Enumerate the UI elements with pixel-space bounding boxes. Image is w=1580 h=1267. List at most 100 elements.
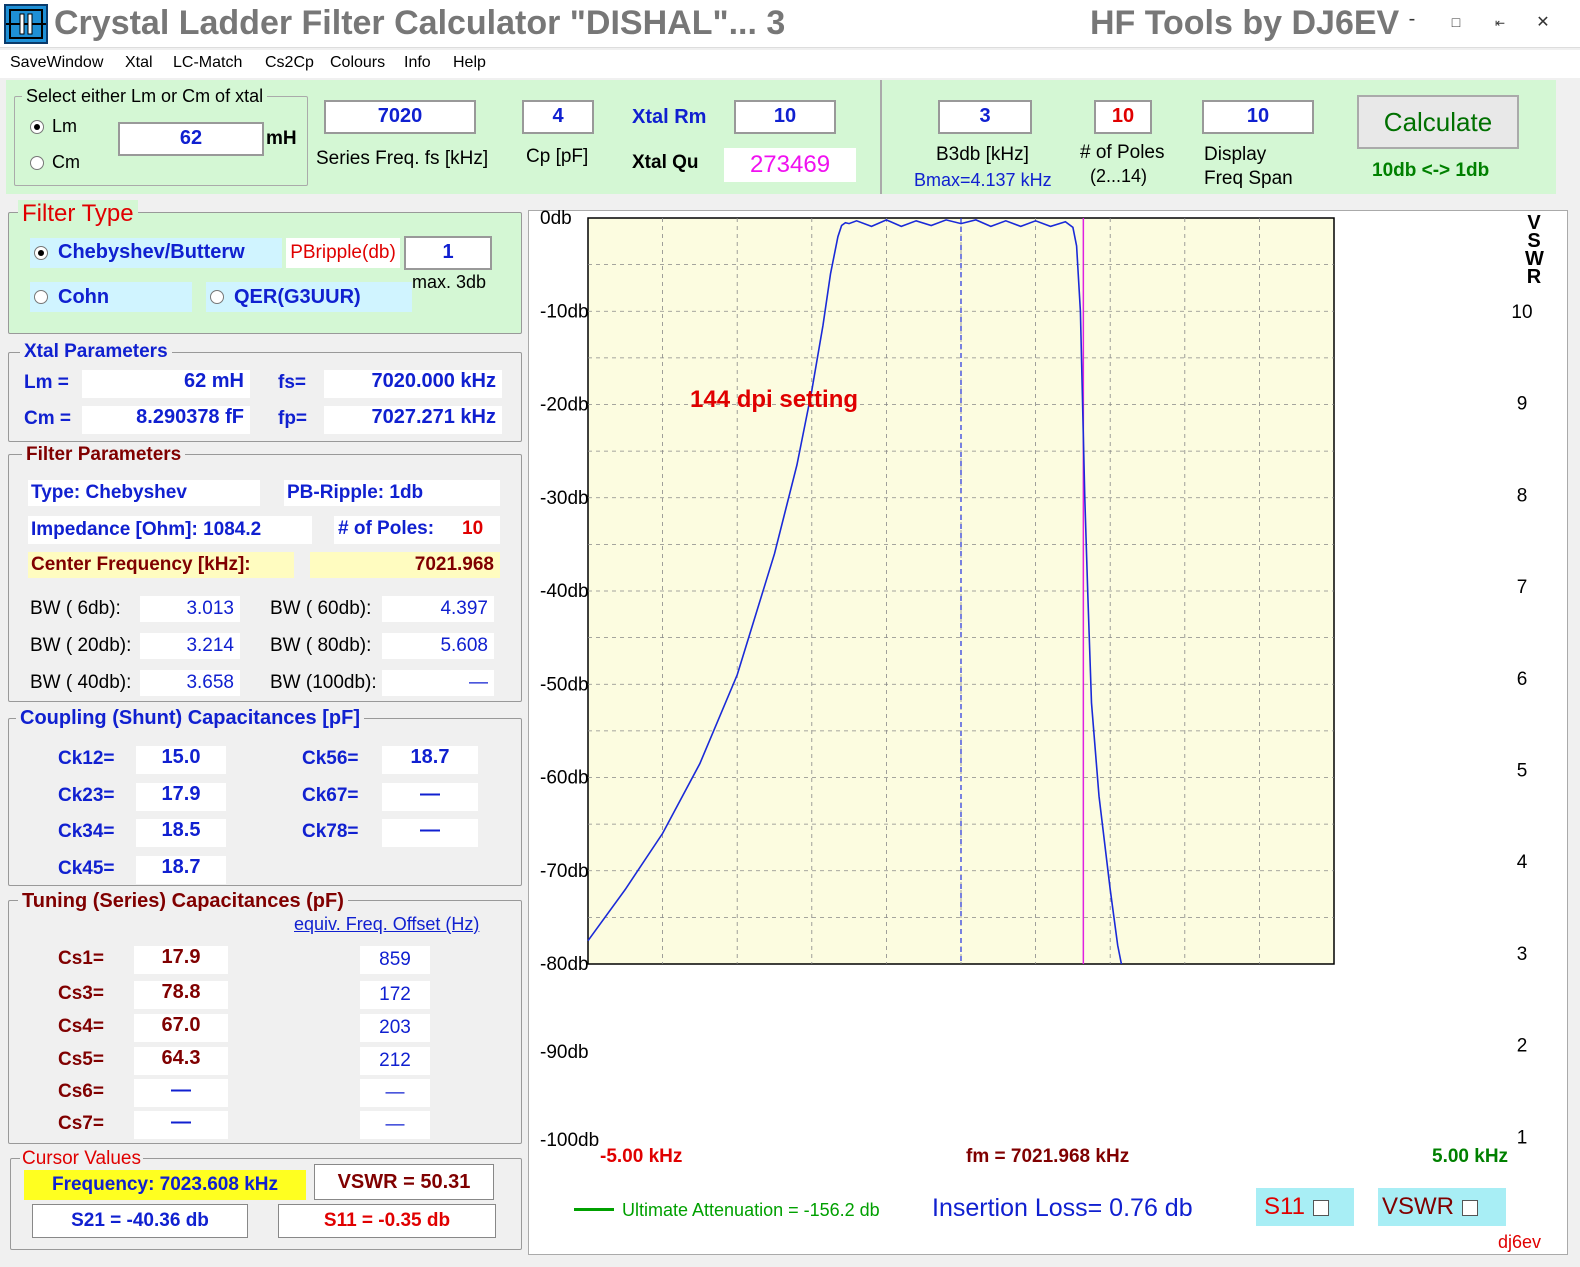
cursor-title: Cursor Values [20,1148,143,1170]
cs6-value: — [134,1079,228,1107]
y-tick-label: -40db [540,581,589,602]
radio-lm[interactable] [30,120,44,134]
ck34-value: 18.5 [136,819,226,847]
ck12-value: 15.0 [136,746,226,774]
ck67-label: Ck67= [302,785,359,806]
poles-input[interactable]: 10 [1094,100,1152,134]
ck78-value: — [382,819,478,847]
menu-help[interactable]: Help [453,54,486,72]
xp-lm-label: Lm = [24,372,69,393]
fp-type: Type: Chebyshev [28,480,260,506]
xp-fp-value: 7027.271 kHz [324,406,502,434]
bw80-value: 5.608 [382,633,494,659]
ck34-label: Ck34= [58,821,115,842]
cursor-s11: S11 = -0.35 db [278,1204,496,1238]
cs4-label: Cs4= [58,1016,104,1037]
vswr-tick-label: 10 [1511,302,1532,323]
tuning-title: Tuning (Series) Capacitances (pF) [18,890,348,913]
b3db-label: B3db [kHz] [936,144,1029,165]
menu-lc-match[interactable]: LC-Match [173,54,242,72]
window-title: Crystal Ladder Filter Calculator "DISHAL… [54,4,786,42]
freq-right-label: 5.00 kHz [1432,1146,1509,1167]
cs1-value: 17.9 [134,946,228,974]
xtal-select-title: Select either Lm or Cm of xtal [22,86,268,107]
y-tick-label: -50db [540,674,589,695]
restore-button[interactable]: ⇤ [1485,16,1515,30]
b3db-input[interactable]: 3 [938,100,1032,134]
maximize-button[interactable]: □ [1441,14,1471,30]
vswr-tick-label: 9 [1517,394,1528,415]
cs5-offset: 212 [360,1047,430,1075]
cp-input[interactable]: 4 [522,100,594,134]
s11-toggle[interactable]: S11 [1256,1188,1354,1226]
cs3-label: Cs3= [58,983,104,1004]
lm-input[interactable]: 62 [118,122,264,156]
y-tick-label: -10db [540,301,589,322]
cs5-value: 64.3 [134,1047,228,1075]
s11-checkbox[interactable] [1312,1199,1329,1216]
filter-type-title: Filter Type [18,200,138,228]
ck23-label: Ck23= [58,785,115,806]
cursor-s21: S21 = -40.36 db [32,1204,248,1238]
cohn-option[interactable] [30,282,192,312]
span-label-1: Display [1204,144,1267,165]
offset-link[interactable]: equiv. Freq. Offset (Hz) [294,914,479,935]
bw40-label: BW ( 40db): [30,672,132,693]
menu-savewindow[interactable]: SaveWindow [10,54,103,72]
vswr-toggle[interactable]: VSWR [1378,1188,1506,1226]
menu-xtal[interactable]: Xtal [125,54,153,72]
cohn-label: Cohn [58,286,110,308]
s11-toggle-label: S11 [1264,1193,1305,1220]
menu-cs2cp[interactable]: Cs2Cp [265,54,314,72]
bw6-label: BW ( 6db): [30,598,121,619]
radio-cohn[interactable] [34,290,48,304]
menu-colours[interactable]: Colours [330,54,385,72]
ck12-label: Ck12= [58,748,115,769]
vswr-axis-label: VSWR [1525,212,1544,288]
vswr-tick-label: 6 [1517,669,1528,690]
cs7-offset: — [360,1111,430,1139]
xtal-params-title: Xtal Parameters [20,341,172,363]
panel-divider [880,80,882,194]
response-chart[interactable]: 0db -10db -20db -30db -40db -50db -60db -70db -8… [528,210,1568,1255]
minimize-button[interactable]: - [1397,8,1427,31]
radio-chebyshev[interactable] [34,246,48,260]
qu-value: 273469 [724,148,856,182]
radio-cm[interactable] [30,156,44,170]
y-tick-label: -70db [540,861,589,882]
ck45-label: Ck45= [58,858,115,879]
xp-cm-label: Cm = [24,408,71,429]
xp-cm-value: 8.290378 fF [82,406,250,434]
bw20-value: 3.214 [140,633,240,659]
scale-toggle[interactable]: 10db <-> 1db [1372,160,1489,182]
dpi-annotation: 144 dpi setting [690,386,859,413]
fp-ripple: PB-Ripple: 1db [284,480,500,506]
xp-fs-value: 7020.000 kHz [324,370,502,398]
poles-label: # of Poles [1080,142,1165,163]
radio-qer[interactable] [210,290,224,304]
close-button[interactable]: ✕ [1528,12,1558,32]
fp-poles-label: # of Poles: [338,518,435,539]
cs5-label: Cs5= [58,1049,104,1070]
signature: dj6ev [1498,1232,1542,1252]
rm-input[interactable]: 10 [734,100,836,134]
bw60-value: 4.397 [382,596,494,622]
chebyshev-label: Chebyshev/Butterw [58,241,245,263]
xp-lm-value: 62 mH [82,370,250,398]
calculate-button[interactable]: Calculate [1357,95,1519,149]
bw6-value: 3.013 [140,596,240,622]
app-icon[interactable] [4,4,48,44]
cp-label: Cp [pF] [526,146,589,167]
poles-range: (2...14) [1090,166,1148,186]
fs-input[interactable]: 7020 [324,100,476,134]
span-input[interactable]: 10 [1202,100,1314,134]
cs1-label: Cs1= [58,948,104,969]
ck23-value: 17.9 [136,783,226,811]
ultimate-legend-line [574,1208,614,1211]
fp-poles-value: 10 [462,518,484,539]
menu-info[interactable]: Info [404,54,431,72]
vswr-checkbox[interactable] [1462,1199,1478,1216]
lm-unit: mH [266,128,297,149]
ripple-input[interactable]: 1 [404,236,492,270]
bw40-value: 3.658 [140,670,240,696]
